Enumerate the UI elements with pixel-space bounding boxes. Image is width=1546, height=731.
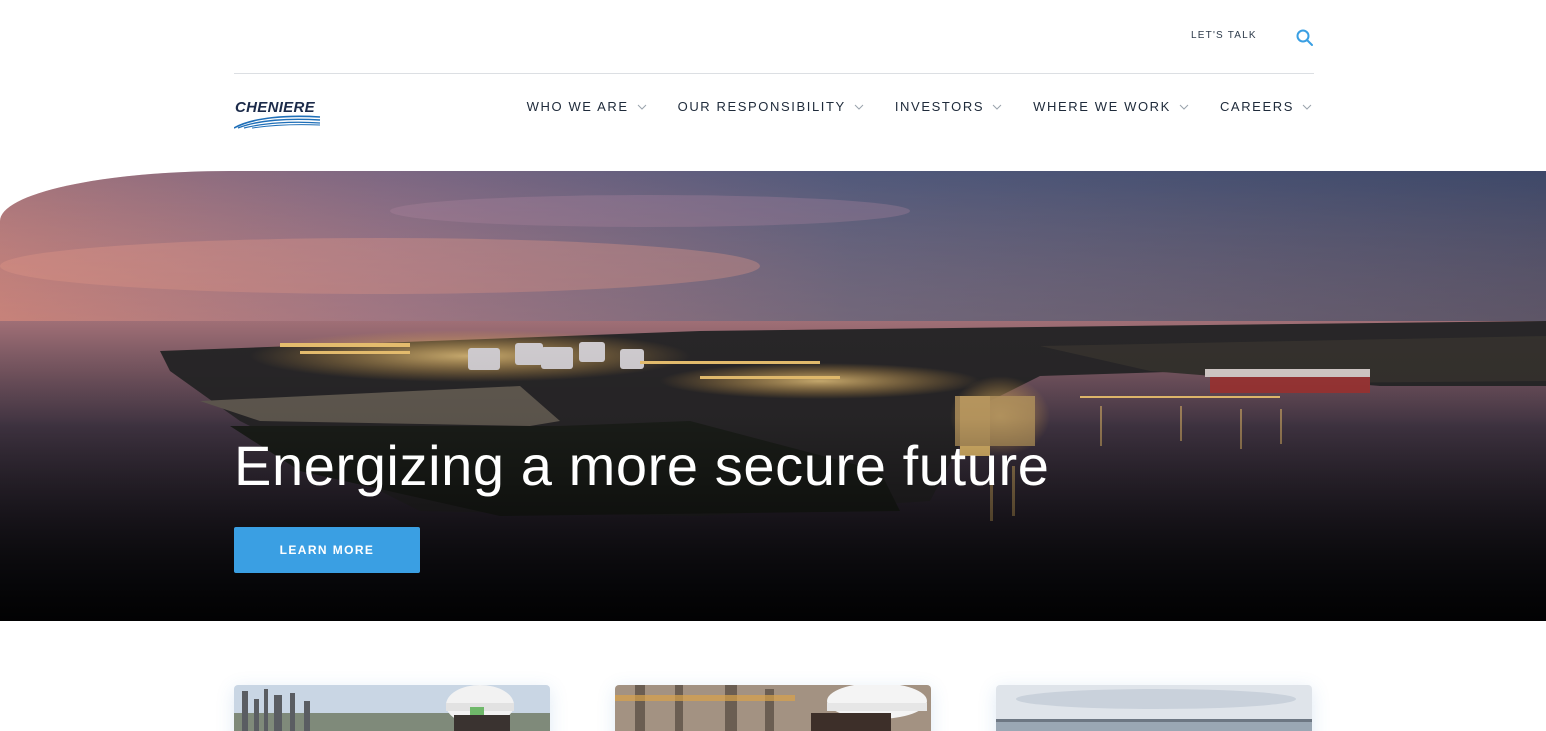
nav-item-label: WHERE WE WORK [1033, 99, 1171, 114]
nav-item-who-we-are[interactable]: WHO WE ARE [527, 99, 647, 114]
chevron-down-icon [1179, 104, 1189, 110]
nav-item-investors[interactable]: INVESTORS [895, 99, 1002, 114]
main-navigation-bar: CHENIERE WHO WE ARE OUR RESPONSIBILITY I… [234, 75, 1314, 141]
search-icon[interactable] [1295, 28, 1315, 48]
primary-nav: WHO WE ARE OUR RESPONSIBILITY INVESTORS … [527, 99, 1312, 114]
chevron-down-icon [992, 104, 1002, 110]
card-image [996, 685, 1312, 731]
hero-banner: Energizing a more secure future LEARN MO… [0, 171, 1546, 621]
feature-cards [234, 685, 1314, 731]
card-plant-worker[interactable] [615, 685, 931, 731]
chevron-down-icon [637, 104, 646, 110]
nav-item-label: CAREERS [1219, 99, 1294, 114]
nav-item-label: INVESTORS [894, 99, 985, 114]
nav-item-careers[interactable]: CAREERS [1220, 99, 1312, 114]
learn-more-button[interactable]: LEARN MORE [234, 527, 420, 573]
chevron-down-icon [1302, 104, 1312, 110]
lets-talk-link[interactable]: LET'S TALK [1191, 30, 1257, 41]
nav-item-label: OUR RESPONSIBILITY [677, 99, 846, 114]
chevron-down-icon [854, 104, 864, 110]
logo-swoosh-icon [234, 115, 321, 129]
nav-item-label: WHO WE ARE [526, 99, 629, 114]
hero-title: Energizing a more secure future [234, 434, 1050, 497]
hero-lng-terminal-image [0, 171, 1546, 621]
utility-bar: LET'S TALK [234, 0, 1314, 74]
card-refinery-worker[interactable] [234, 685, 550, 731]
card-coastline[interactable] [996, 685, 1312, 731]
nav-item-our-responsibility[interactable]: OUR RESPONSIBILITY [678, 99, 864, 114]
card-image [615, 685, 931, 731]
cheniere-logo[interactable]: CHENIERE [234, 99, 324, 131]
nav-item-where-we-work[interactable]: WHERE WE WORK [1033, 99, 1189, 114]
logo-text: CHENIERE [235, 99, 315, 116]
card-image [234, 685, 550, 731]
